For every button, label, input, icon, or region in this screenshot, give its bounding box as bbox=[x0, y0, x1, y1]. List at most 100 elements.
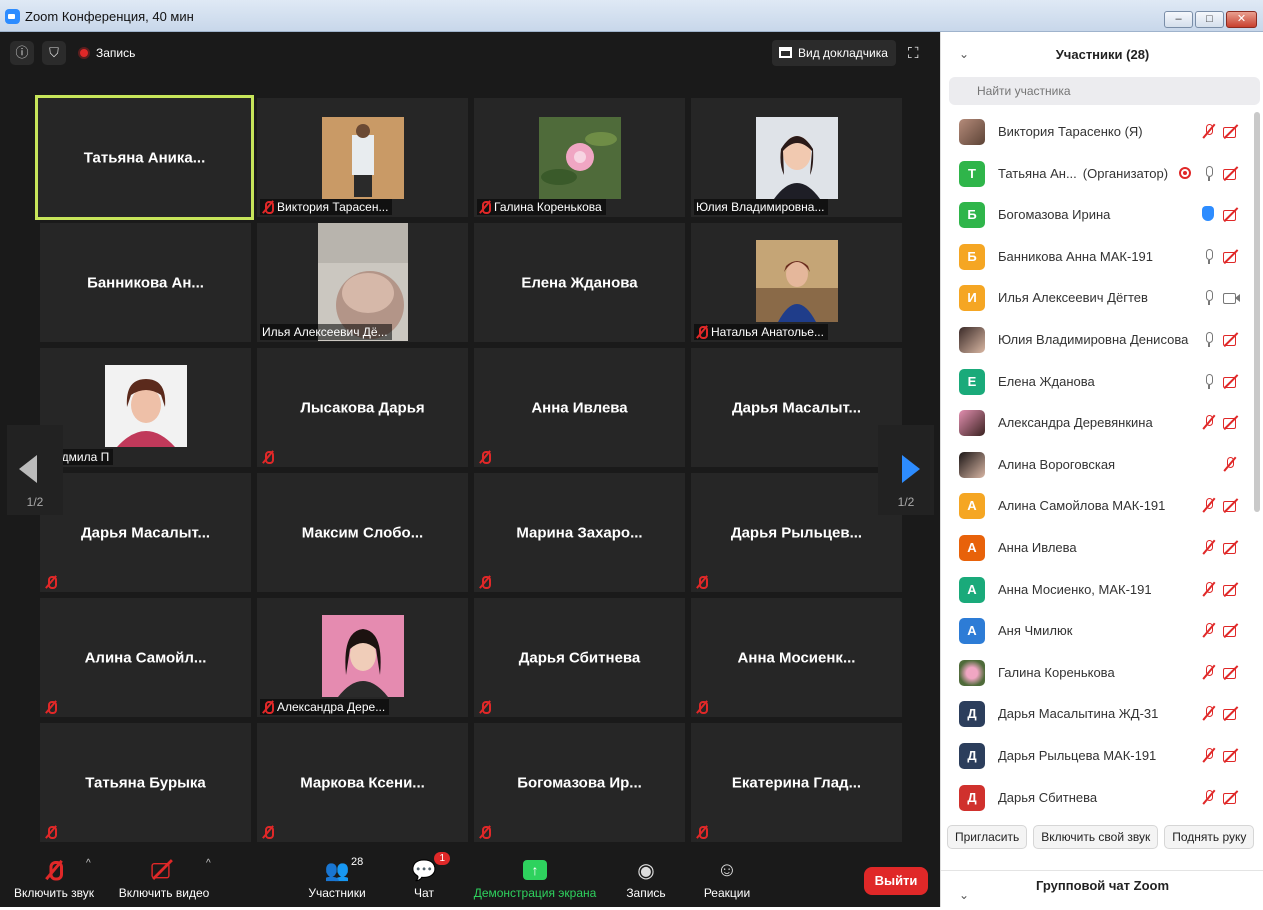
tile-caption: Виктория Тарасен... bbox=[260, 199, 393, 215]
recording-icon bbox=[1179, 166, 1191, 179]
participant-row[interactable]: А Анна Ивлева bbox=[941, 527, 1256, 569]
participant-search-input[interactable] bbox=[949, 77, 1260, 105]
video-tile[interactable]: Анна Ивлева bbox=[474, 348, 685, 467]
participant-row[interactable]: Юлия Владимировна Денисова bbox=[941, 319, 1256, 361]
video-tile[interactable]: Галина Коренькова bbox=[474, 98, 685, 217]
speaker-view-label: Вид докладчика bbox=[798, 46, 888, 60]
muted-mic-icon bbox=[696, 325, 708, 339]
video-tile[interactable]: Банникова Ан... bbox=[40, 223, 251, 342]
participant-row[interactable]: Александра Деревянкина bbox=[941, 402, 1256, 444]
shield-icon[interactable]: ⛉ bbox=[42, 41, 66, 65]
start-video-button[interactable]: ^ Включить видео bbox=[116, 858, 212, 900]
participant-row[interactable]: Виктория Тарасенко (Я) bbox=[941, 111, 1256, 153]
record-button[interactable]: ◉ Запись bbox=[622, 858, 670, 901]
participant-row[interactable]: А Алина Самойлова МАК-191 bbox=[941, 485, 1256, 527]
video-tile[interactable]: Максим Слобо... bbox=[257, 473, 468, 592]
previous-page-button[interactable]: 1/2 bbox=[7, 425, 63, 515]
speaker-view-icon bbox=[779, 47, 792, 58]
participant-row[interactable]: А Аня Чмилюк bbox=[941, 610, 1256, 652]
mic-icon bbox=[1202, 331, 1216, 348]
next-page-button[interactable]: 1/2 bbox=[878, 425, 934, 515]
video-tile[interactable]: Илья Алексеевич Дё... bbox=[257, 223, 468, 342]
chevron-up-icon[interactable]: ^ bbox=[86, 858, 91, 869]
minimize-button[interactable]: – bbox=[1164, 11, 1193, 28]
video-tile[interactable]: Юлия Владимировна... bbox=[691, 98, 902, 217]
muted-mic-icon bbox=[262, 200, 274, 214]
muted-mic-icon bbox=[1202, 789, 1216, 806]
avatar: Б bbox=[959, 243, 985, 270]
participant-row[interactable]: Галина Коренькова bbox=[941, 652, 1256, 694]
video-tile[interactable]: Богомазова Ир... bbox=[474, 723, 685, 842]
video-tile[interactable]: Алина Самойл... bbox=[40, 598, 251, 717]
participant-photo bbox=[104, 365, 187, 447]
video-tile[interactable]: Екатерина Глад... bbox=[691, 723, 902, 842]
video-tile[interactable]: Дарья Масалыт... bbox=[40, 473, 251, 592]
video-tile[interactable]: Дарья Масалыт... bbox=[691, 348, 902, 467]
tile-name: Банникова Ан... bbox=[87, 274, 204, 291]
avatar: А bbox=[959, 534, 985, 561]
video-tile[interactable]: Татьяна Бурыка bbox=[40, 723, 251, 842]
tile-name: Дарья Масалыт... bbox=[731, 399, 862, 416]
invite-button[interactable]: Пригласить bbox=[947, 825, 1028, 849]
maximize-button[interactable]: □ bbox=[1195, 11, 1224, 28]
participant-name: Галина Коренькова bbox=[998, 664, 1115, 680]
share-screen-button[interactable]: ↑ Демонстрация экрана bbox=[470, 858, 600, 900]
participant-row[interactable]: Т Татьяна Ан... (Организатор) bbox=[941, 153, 1256, 195]
video-tile[interactable]: Дарья Рыльцев... bbox=[691, 473, 902, 592]
recording-indicator: Запись bbox=[78, 46, 135, 60]
video-tile[interactable]: Анна Мосиенк... bbox=[691, 598, 902, 717]
participant-row[interactable]: Б Банникова Анна МАК-191 bbox=[941, 236, 1256, 278]
muted-mic-icon bbox=[45, 575, 57, 589]
muted-mic-icon bbox=[1202, 539, 1216, 556]
unmute-button[interactable]: ^ Включить звук bbox=[10, 858, 98, 900]
video-tile[interactable]: Наталья Анатолье... bbox=[691, 223, 902, 342]
participant-row[interactable]: А Анна Мосиенко, МАК-191 bbox=[941, 569, 1256, 611]
video-tile[interactable]: Дарья Сбитнева bbox=[474, 598, 685, 717]
video-tile[interactable]: Виктория Тарасен... bbox=[257, 98, 468, 217]
participants-button[interactable]: 👥 28 Участники bbox=[305, 856, 369, 900]
chat-button[interactable]: 💬 1 Чат bbox=[408, 852, 450, 900]
unmute-label: Включить звук bbox=[13, 886, 95, 900]
raise-hand-button[interactable]: Поднять руку bbox=[1164, 825, 1255, 849]
participant-row[interactable]: Д Дарья Масалытина ЖД-31 bbox=[941, 693, 1256, 735]
participant-row[interactable]: Д Дарья Рыльцева МАК-191 bbox=[941, 735, 1256, 777]
video-tile[interactable]: Маркова Ксени... bbox=[257, 723, 468, 842]
participant-name: Богомазова Ирина bbox=[998, 207, 1111, 223]
unmute-me-button[interactable]: Включить свой звук bbox=[1033, 825, 1159, 849]
chevron-down-icon[interactable]: ⌄ bbox=[959, 880, 969, 910]
video-tile[interactable]: Татьяна Аника... bbox=[35, 95, 254, 220]
participants-scrollbar[interactable] bbox=[1254, 112, 1260, 512]
video-tile[interactable]: Марина Захаро... bbox=[474, 473, 685, 592]
avatar bbox=[959, 451, 985, 478]
speaker-view-button[interactable]: Вид докладчика bbox=[772, 40, 896, 66]
participant-row[interactable]: Алина Вороговская bbox=[941, 444, 1256, 486]
tile-name: Богомазова Ир... bbox=[517, 774, 642, 791]
participant-row[interactable]: Д Дарья Сбитнева bbox=[941, 777, 1256, 819]
participant-name: Юлия Владимировна Денисова bbox=[998, 331, 1189, 347]
participant-row[interactable]: И Илья Алексеевич Дёгтев bbox=[941, 277, 1256, 319]
avatar: А bbox=[959, 618, 985, 645]
avatar bbox=[959, 326, 985, 353]
participant-name: Аня Чмилюк bbox=[998, 623, 1073, 639]
leave-meeting-button[interactable]: Выйти bbox=[864, 867, 928, 895]
tile-caption: Галина Коренькова bbox=[477, 199, 606, 215]
group-chat-title: Групповой чат Zoom bbox=[1035, 878, 1170, 893]
participants-count: 28 bbox=[351, 856, 364, 868]
participant-row[interactable]: Е Елена Жданова bbox=[941, 361, 1256, 403]
muted-mic-icon bbox=[1202, 415, 1216, 431]
group-chat-header[interactable]: ⌄ Групповой чат Zoom bbox=[941, 870, 1263, 902]
tile-name: Юлия Владимировна... bbox=[696, 200, 825, 214]
avatar: Т bbox=[959, 160, 985, 187]
video-tile[interactable]: Лысакова Дарья bbox=[257, 348, 468, 467]
info-icon[interactable]: ⓘ bbox=[10, 41, 34, 65]
participant-row[interactable]: Б Богомазова Ирина bbox=[941, 194, 1256, 236]
tile-name: Лысакова Дарья bbox=[300, 399, 425, 416]
close-window-button[interactable]: ✕ bbox=[1226, 11, 1257, 28]
muted-mic-icon bbox=[1202, 706, 1216, 722]
reactions-button[interactable]: ☺ Реакции bbox=[700, 858, 754, 901]
video-tile[interactable]: Александра Дере... bbox=[257, 598, 468, 717]
fullscreen-icon[interactable]: ⛶ bbox=[908, 46, 924, 62]
video-tile[interactable]: Людмила П bbox=[40, 348, 251, 467]
video-tile[interactable]: Елена Жданова bbox=[474, 223, 685, 342]
chevron-up-icon[interactable]: ^ bbox=[206, 858, 211, 869]
